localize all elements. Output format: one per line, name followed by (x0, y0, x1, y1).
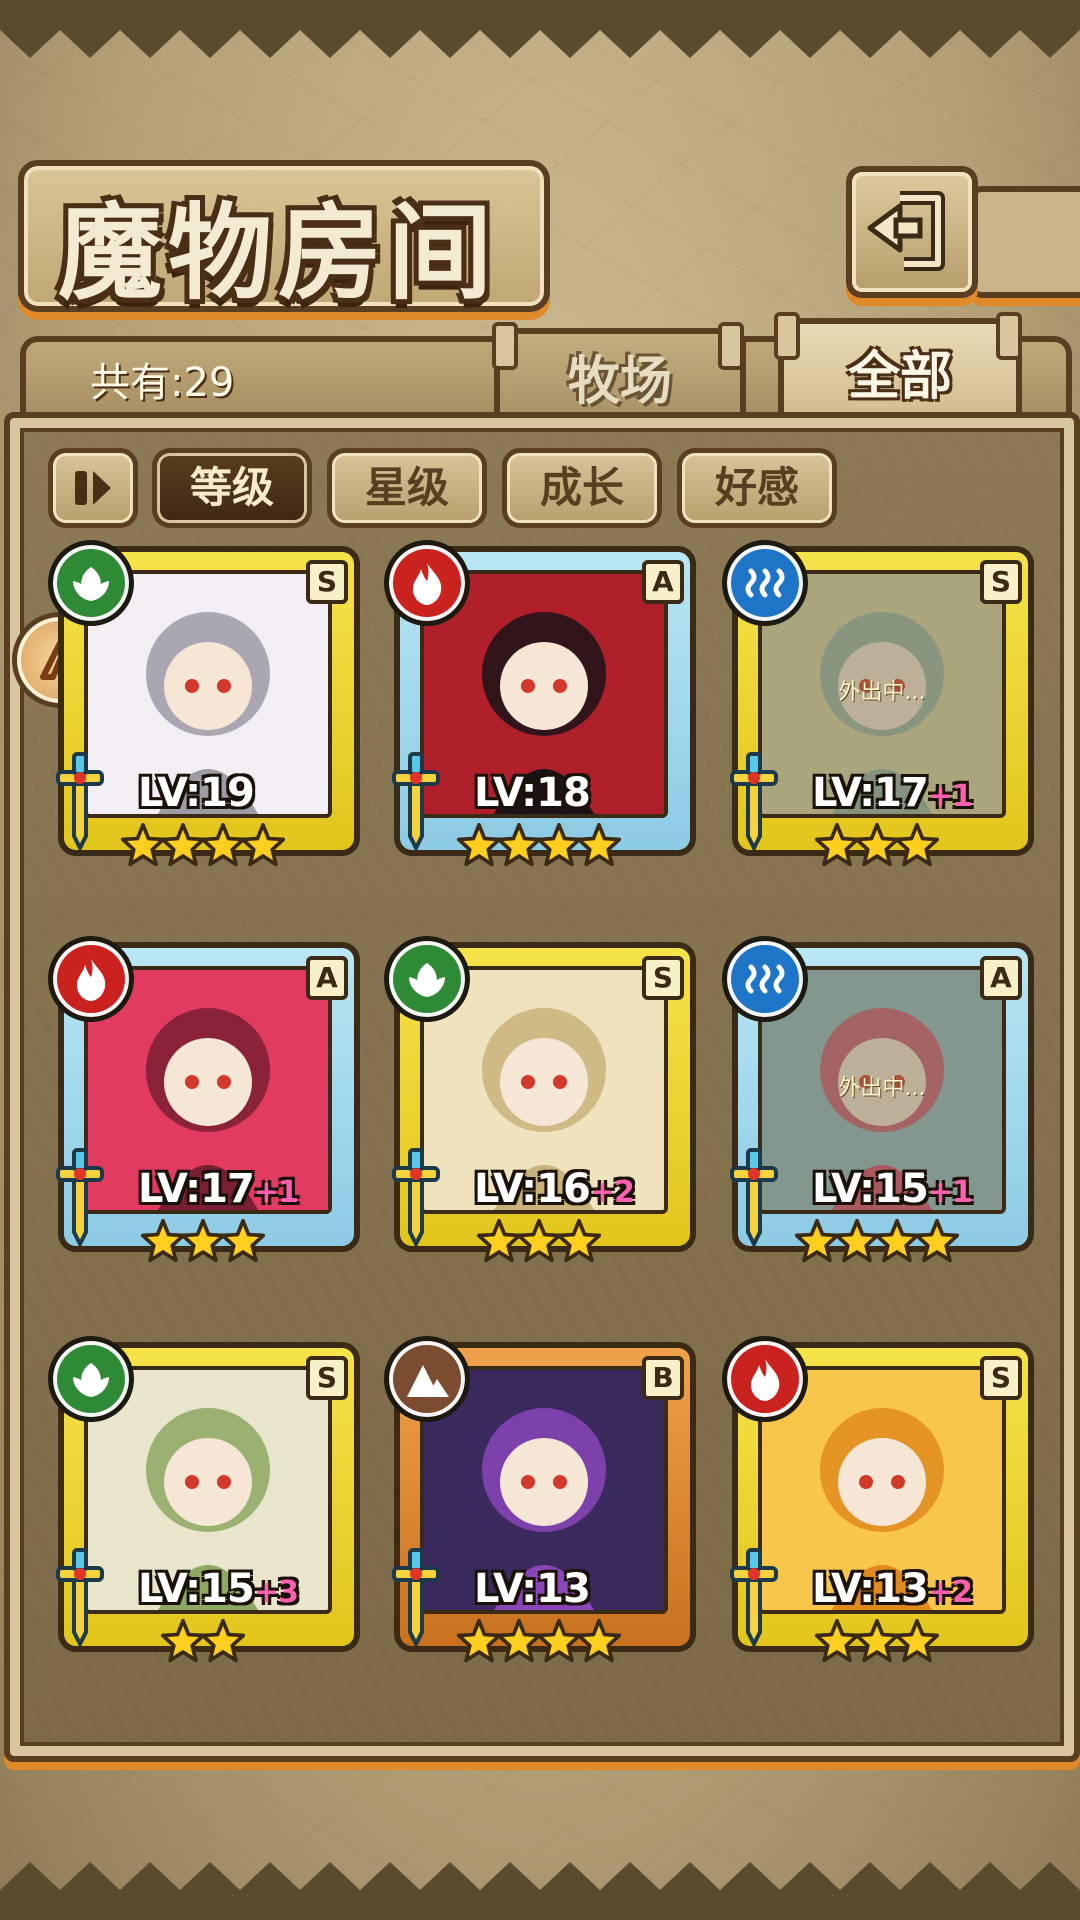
level-value: LV:15 (812, 1166, 929, 1212)
level-bonus: +2 (589, 1175, 635, 1210)
rank-badge: A (306, 956, 348, 1000)
monster-card[interactable]: S LV:15+3 (48, 1336, 360, 1666)
sort-by-level-button[interactable]: 等级 (152, 448, 312, 528)
level-value: LV:15 (138, 1566, 255, 1612)
monster-card[interactable]: B LV:13 (384, 1336, 696, 1666)
away-status: 外出中... (838, 1076, 926, 1101)
rank-badge: B (642, 1356, 684, 1400)
level-bonus: +1 (253, 1175, 299, 1210)
star-rating (384, 1218, 694, 1268)
sort-order-toggle[interactable] (48, 448, 138, 528)
return-arrow-icon (867, 191, 945, 271)
monster-card[interactable]: 外出中... S LV:17+1 (722, 540, 1034, 870)
nature-element-icon (48, 1336, 134, 1422)
monster-card[interactable]: S LV:13+2 (722, 1336, 1034, 1666)
monster-card[interactable]: A LV:18 (384, 540, 696, 870)
back-button-strip (968, 186, 1080, 298)
fire-element-icon (48, 936, 134, 1022)
star-rating (722, 822, 1032, 872)
star-icon (576, 1618, 622, 1663)
back-button[interactable] (846, 166, 978, 298)
level-value: LV:16 (474, 1166, 591, 1212)
tab-rivet (996, 312, 1022, 360)
star-rating (48, 822, 358, 872)
star-rating (48, 1218, 358, 1268)
star-icon (556, 1218, 602, 1263)
fire-element-icon (384, 540, 470, 626)
rank-badge: S (980, 1356, 1022, 1400)
monster-card[interactable]: S LV:19 (48, 540, 360, 870)
level-value: LV:17 (138, 1166, 255, 1212)
tab-rivet (718, 322, 744, 370)
star-icon (240, 822, 286, 867)
level-bonus: +3 (253, 1575, 299, 1610)
rank-badge: S (306, 1356, 348, 1400)
rank-badge: A (980, 956, 1022, 1000)
pause-toggle-icon (75, 471, 111, 505)
level-value: LV:19 (138, 770, 255, 816)
monster-count: 共有:29 (90, 360, 235, 406)
monster-level: LV:15+1 (812, 1166, 973, 1212)
monster-card[interactable]: S LV:16+2 (384, 936, 696, 1266)
water-element-icon (722, 540, 808, 626)
star-rating (48, 1618, 358, 1668)
star-rating (722, 1618, 1032, 1668)
sort-by-affection-button[interactable]: 好感 (677, 448, 837, 528)
monster-card[interactable]: 外出中... A LV:15+1 (722, 936, 1034, 1266)
star-rating (722, 1218, 1032, 1268)
monster-level: LV:19 (138, 770, 255, 816)
star-icon (894, 822, 940, 867)
tab-rivet (774, 312, 800, 360)
star-icon (220, 1218, 266, 1263)
level-bonus: +2 (927, 1575, 973, 1610)
monster-level: LV:13+2 (812, 1566, 973, 1612)
level-value: LV:13 (474, 1566, 591, 1612)
star-rating (384, 1618, 694, 1668)
rank-badge: S (306, 560, 348, 604)
monster-level: LV:15+3 (138, 1566, 299, 1612)
nature-element-icon (384, 936, 470, 1022)
star-icon (914, 1218, 960, 1263)
water-element-icon (722, 936, 808, 1022)
bottom-zigzag-border (0, 1862, 1080, 1920)
level-value: LV:17 (812, 770, 929, 816)
monster-card[interactable]: A LV:17+1 (48, 936, 360, 1266)
star-icon (894, 1618, 940, 1663)
rank-badge: S (980, 560, 1022, 604)
away-status: 外出中... (838, 680, 926, 705)
level-bonus: +1 (927, 779, 973, 814)
page-title: 魔物房间 (58, 191, 499, 314)
sort-by-star-button[interactable]: 星级 (327, 448, 487, 528)
top-zigzag-border (0, 0, 1080, 58)
rank-badge: A (642, 560, 684, 604)
tab-rivet (492, 322, 518, 370)
level-value: LV:13 (812, 1566, 929, 1612)
monster-level: LV:17+1 (138, 1166, 299, 1212)
star-rating (384, 822, 694, 872)
star-icon (200, 1618, 246, 1663)
monster-level: LV:17+1 (812, 770, 973, 816)
star-icon (576, 822, 622, 867)
sort-by-growth-button[interactable]: 成长 (502, 448, 662, 528)
monster-level: LV:16+2 (474, 1166, 635, 1212)
level-value: LV:18 (474, 770, 591, 816)
nature-element-icon (48, 540, 134, 626)
fire-element-icon (722, 1336, 808, 1422)
earth-element-icon (384, 1336, 470, 1422)
rank-badge: S (642, 956, 684, 1000)
level-bonus: +1 (927, 1175, 973, 1210)
monster-level: LV:18 (474, 770, 591, 816)
monster-level: LV:13 (474, 1566, 591, 1612)
